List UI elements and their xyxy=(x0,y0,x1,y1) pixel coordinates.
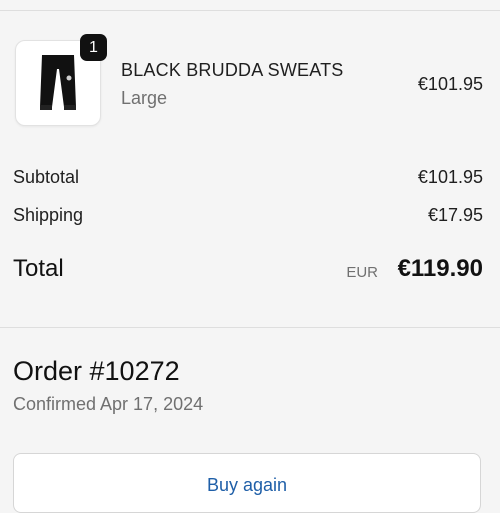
product-name: BLACK BRUDDA SWEATS xyxy=(121,60,344,80)
product-price: €101.95 xyxy=(417,74,483,94)
total-value: €119.90 xyxy=(397,255,483,282)
product-variant: Large xyxy=(121,88,168,108)
subtotal-row: Subtotal €101.95 xyxy=(13,167,483,188)
shipping-value: €17.95 xyxy=(427,205,483,225)
top-divider xyxy=(0,10,500,11)
subtotal-value: €101.95 xyxy=(417,167,483,187)
order-number: Order #10272 xyxy=(13,356,180,386)
shipping-row: Shipping €17.95 xyxy=(13,205,483,226)
buy-again-label: Buy again xyxy=(206,475,288,495)
sweatpants-icon xyxy=(40,55,76,110)
shipping-label: Shipping xyxy=(13,205,84,225)
section-divider xyxy=(0,327,500,328)
total-label: Total xyxy=(13,255,64,282)
order-confirmed-date: Confirmed Apr 17, 2024 xyxy=(13,394,204,414)
subtotal-label: Subtotal xyxy=(13,167,80,187)
quantity-badge: 1 xyxy=(80,34,107,61)
total-row: Total EUR €119.90 xyxy=(13,255,483,289)
order-line-item: 1 BLACK BRUDDA SWEATS Large €101.95 xyxy=(0,34,500,130)
total-currency: EUR xyxy=(346,264,378,281)
buy-again-button[interactable]: Buy again xyxy=(13,453,481,513)
